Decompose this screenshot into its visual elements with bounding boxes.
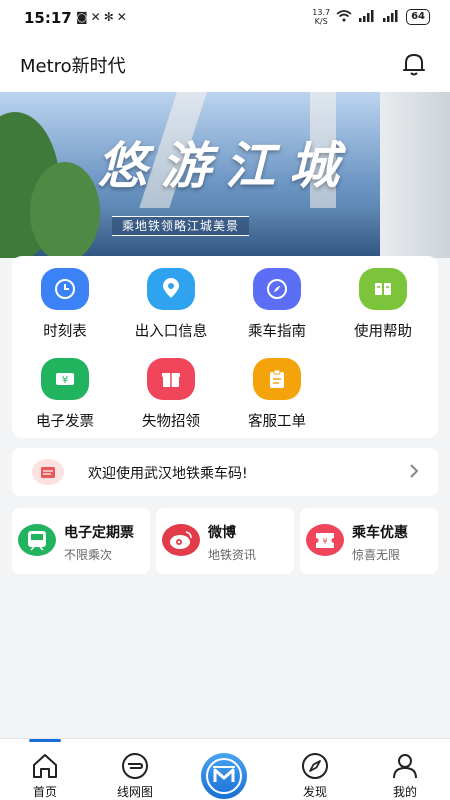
invoice-ticket-icon: ¥	[41, 358, 89, 400]
train-icon	[18, 524, 56, 556]
banner-subtitle: 乘地铁领略江城美景	[112, 216, 250, 236]
menu-entrance-info[interactable]: 出入口信息	[118, 268, 224, 341]
clock-icon	[41, 268, 89, 310]
menu-help[interactable]: 使用帮助	[330, 268, 436, 341]
notice-text: 欢迎使用武汉地铁乘车码!	[88, 466, 248, 482]
quick-menu-card: 时刻表 出入口信息 乘车指南 使用帮助 ¥ 电子发票 失物招领 客服工单	[12, 256, 438, 438]
menu-ride-guide[interactable]: 乘车指南	[224, 268, 330, 341]
network-speed: 13.7 K/S	[312, 8, 331, 26]
menu-lost-found[interactable]: 失物招领	[118, 358, 224, 431]
bell-icon[interactable]	[400, 50, 428, 78]
tab-home[interactable]: 首页	[0, 739, 90, 800]
wifi-icon	[336, 9, 352, 25]
book-icon	[359, 268, 407, 310]
app-title: Metro新时代	[20, 56, 126, 77]
tab-profile[interactable]: 我的	[360, 739, 450, 800]
tab-discover[interactable]: 发现	[270, 739, 360, 800]
metro-logo-button[interactable]	[201, 753, 247, 799]
home-icon	[30, 751, 60, 781]
compass-icon	[253, 268, 301, 310]
svg-text:¥: ¥	[322, 537, 327, 546]
tab-network-map[interactable]: 线网图	[90, 739, 180, 800]
network-map-icon	[120, 751, 150, 781]
weibo-icon	[162, 524, 200, 556]
status-notification-icons: ◙✕✻✕	[76, 10, 130, 24]
discover-compass-icon	[300, 751, 330, 781]
menu-service-ticket[interactable]: 客服工单	[224, 358, 330, 431]
gift-box-icon	[147, 358, 195, 400]
ticket-card-icon	[32, 459, 64, 485]
signal-icon	[358, 9, 376, 25]
feature-card-period-ticket[interactable]: 电子定期票 不限乘次	[12, 508, 150, 574]
promo-banner[interactable]: 悠游江城 乘地铁领略江城美景	[0, 92, 450, 258]
banner-headline: 悠游江城	[97, 136, 353, 195]
menu-e-invoice[interactable]: ¥ 电子发票	[12, 358, 118, 431]
location-pin-icon	[147, 268, 195, 310]
svg-text:¥: ¥	[62, 375, 68, 386]
clipboard-icon	[253, 358, 301, 400]
profile-icon	[390, 751, 420, 781]
bottom-tab-bar: 首页 线网图 发现 我的	[0, 738, 450, 800]
chevron-right-icon	[408, 462, 420, 485]
metro-logo-icon	[206, 758, 242, 794]
feature-card-weibo[interactable]: 微博 地铁资讯	[156, 508, 294, 574]
status-time: 15:17	[24, 9, 72, 27]
menu-timetable[interactable]: 时刻表	[12, 268, 118, 341]
feature-card-ride-discount[interactable]: ¥ 乘车优惠 惊喜无限	[300, 508, 438, 574]
signal-icon-2	[382, 9, 400, 25]
battery-indicator: 64	[406, 9, 430, 25]
welcome-notice[interactable]: 欢迎使用武汉地铁乘车码!	[12, 448, 438, 496]
app-bar: Metro新时代	[0, 36, 450, 92]
status-bar: 15:17 ◙✕✻✕ 13.7 K/S 64	[0, 0, 450, 36]
coupon-icon: ¥	[306, 524, 344, 556]
